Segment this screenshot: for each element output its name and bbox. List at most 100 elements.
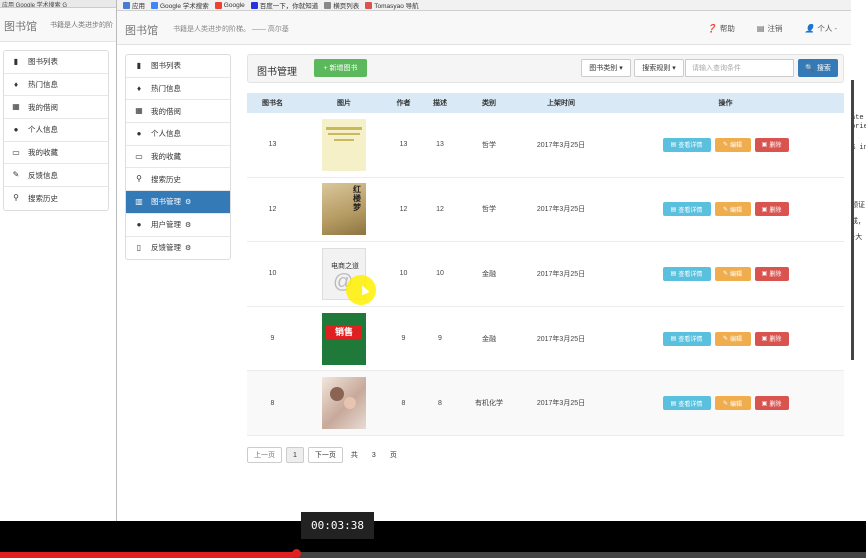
list-icon: ▤ (670, 336, 677, 343)
column-header: 图片 (337, 100, 351, 107)
sidebar-item[interactable]: ▦ 我的借阅 (126, 100, 230, 124)
list-icon: ▤ (670, 271, 677, 278)
background-sidebar-item[interactable]: ✎ 反馈信息 (4, 164, 108, 188)
navbar-right-links: ❓ 帮助 ▤ 注销 👤 个人 - (685, 23, 837, 34)
sidebar-item[interactable]: ▯ 反馈管理 ⚙ (126, 237, 230, 260)
bookmark-item[interactable]: Tomasyao 导航 (365, 0, 419, 10)
sidebar-item-label: 个人信息 (151, 129, 181, 139)
edit-icon: ✎ (722, 400, 728, 407)
book-name-cell: 9 (270, 335, 275, 343)
gear-icon: ⚙ (185, 198, 192, 206)
background-sidebar-item[interactable]: ● 个人信息 (4, 119, 108, 142)
user-menu[interactable]: 👤 个人 - (804, 23, 837, 34)
pale-yellow-cover[interactable] (322, 118, 366, 171)
hongloumeng-cover[interactable]: 红楼梦 (322, 183, 366, 236)
sidebar-item[interactable]: ♦ 热门信息 (126, 78, 230, 101)
folder-icon: ▭ (12, 147, 20, 157)
sidebar-item-label: 用户管理 (151, 220, 181, 230)
delete-button[interactable]: ▣ 删除 (754, 137, 789, 152)
bookmark-item[interactable]: 应用 (123, 0, 145, 10)
edit-icon: ✎ (722, 142, 728, 149)
bookmark-item[interactable]: 百度一下，你就知道 (250, 0, 318, 10)
bookmark-item[interactable]: Google (214, 1, 245, 9)
edit-button[interactable]: ✎ 编辑 (714, 266, 751, 281)
edit-button[interactable]: ✎ 编辑 (714, 137, 751, 152)
category-cell: 哲学 (482, 206, 496, 214)
date-cell: 2017年3月25日 (536, 206, 586, 214)
sidebar-item[interactable]: ▥ 图书管理 ⚙ (126, 191, 230, 214)
view-detail-button[interactable]: ▤ 查看详情 (662, 137, 711, 152)
background-sidebar-label: 搜索历史 (28, 193, 58, 203)
sidebar-item[interactable]: ⚲ 搜索历史 (126, 168, 230, 192)
next-page-button[interactable]: 下一页 (307, 447, 343, 463)
logout-link[interactable]: ▤ 注销 (757, 23, 783, 34)
edit-button[interactable]: ✎ 编辑 (714, 202, 751, 217)
video-progress-knob[interactable] (292, 549, 301, 558)
description-cell: 9 (438, 335, 442, 343)
category-dropdown[interactable]: 图书类别 ▾ (581, 59, 631, 77)
delete-label: 删除 (769, 207, 782, 214)
pagination: 上一页 1 下一页 共 3 页 (247, 447, 397, 463)
view-detail-button[interactable]: ▤ 查看详情 (662, 202, 711, 217)
bookmark-label: Google 学术搜索 (160, 3, 209, 10)
search-button[interactable]: 🔍 搜索 (798, 59, 838, 77)
edit-label: 编辑 (730, 337, 743, 344)
background-sidebar-label: 个人信息 (28, 125, 58, 135)
edit-button[interactable]: ✎ 编辑 (714, 396, 751, 411)
cover-cell: 销售 (298, 312, 390, 365)
delete-button[interactable]: ▣ 删除 (754, 266, 789, 281)
delete-button[interactable]: ▣ 删除 (754, 396, 789, 411)
view-detail-button[interactable]: ▤ 查看详情 (662, 266, 711, 281)
search-rule-dropdown[interactable]: 搜索规则 ▾ (634, 59, 684, 77)
background-sidebar-item[interactable]: ⚲ 搜索历史 (4, 187, 108, 210)
edit-icon: ✎ (722, 336, 728, 343)
view-detail-label: 查看详情 (678, 401, 703, 408)
help-link[interactable]: ❓ 帮助 (707, 23, 735, 34)
background-sidebar-item[interactable]: ♦ 热门信息 (4, 74, 108, 97)
fire-icon: ♦ (13, 79, 19, 89)
book-icon: ▮ (136, 60, 142, 70)
list-icon: ▤ (670, 206, 677, 213)
bookmark-label: 横页列表 (333, 3, 360, 10)
sidebar-item[interactable]: ● 用户管理 ⚙ (126, 214, 230, 237)
user-icon: ● (136, 219, 142, 229)
background-tagline: 书籍是人类进步的阶 (50, 22, 113, 29)
brand-logo[interactable]: 图书馆 (125, 22, 158, 38)
bookmark-favicon-icon (250, 1, 258, 9)
view-detail-label: 查看详情 (678, 143, 703, 150)
sales-cover[interactable]: 销售 (322, 312, 366, 365)
view-detail-button[interactable]: ▤ 查看详情 (662, 331, 711, 346)
cover-title: 销售 (326, 324, 362, 339)
date-cell: 2017年3月25日 (536, 270, 586, 278)
question-icon: ❓ (706, 24, 717, 33)
background-sidebar-item[interactable]: ▭ 我的收藏 (4, 142, 108, 165)
prev-page-button[interactable]: 上一页 (247, 447, 282, 463)
bookmark-item[interactable]: 横页列表 (324, 0, 359, 10)
delete-button[interactable]: ▣ 删除 (754, 331, 789, 346)
mother-child-cover[interactable] (322, 377, 366, 430)
column-header: 上架时间 (547, 100, 575, 107)
bookmark-label: Tomasyao 导航 (374, 3, 419, 10)
sidebar-item[interactable]: ● 个人信息 (126, 123, 230, 146)
delete-button[interactable]: ▣ 删除 (754, 202, 789, 217)
bookmark-item[interactable]: Google 学术搜索 (151, 0, 209, 10)
gear-icon: ⚙ (185, 244, 192, 252)
total-pages: 3 (371, 451, 376, 459)
view-detail-button[interactable]: ▤ 查看详情 (662, 396, 711, 411)
add-book-button[interactable]: + 新增图书 (314, 59, 367, 77)
video-timestamp: 00:03:38 (301, 512, 374, 539)
current-page-button[interactable]: 1 (286, 447, 304, 463)
background-sidebar-label: 反馈信息 (28, 170, 58, 180)
edit-button[interactable]: ✎ 编辑 (714, 331, 751, 346)
sidebar-item[interactable]: ▮ 图书列表 (126, 55, 230, 78)
sidebar: ▮ 图书列表 ♦ 热门信息 ▦ 我的借阅 ● 个人信息 ▭ 我的收藏 ⚲ 搜索历史 ▥ 图书管理 ⚙ ● 用户管… (125, 54, 231, 261)
background-sidebar-item[interactable]: ▦ 我的借阅 (4, 96, 108, 120)
bookmark-favicon-icon (214, 1, 222, 9)
background-sidebar-item[interactable]: ▮ 图书列表 (4, 51, 108, 74)
table-row: 12 红楼梦 12 12 哲学 2017年3月25日 ▤ 查看详情 ✎ 编辑 ▣ 删除 (247, 178, 844, 243)
sidebar-item[interactable]: ▭ 我的收藏 (126, 146, 230, 169)
search-input[interactable]: 请输入查询条件 (685, 59, 794, 77)
table-row: 10 电商之道 @10 10 金融 2017年3月25日 ▤ 查看详情 ✎ 编辑 ▣ 删除 (247, 242, 844, 307)
trash-icon: ▣ (761, 206, 768, 213)
background-brand: 图书馆 (4, 21, 37, 33)
